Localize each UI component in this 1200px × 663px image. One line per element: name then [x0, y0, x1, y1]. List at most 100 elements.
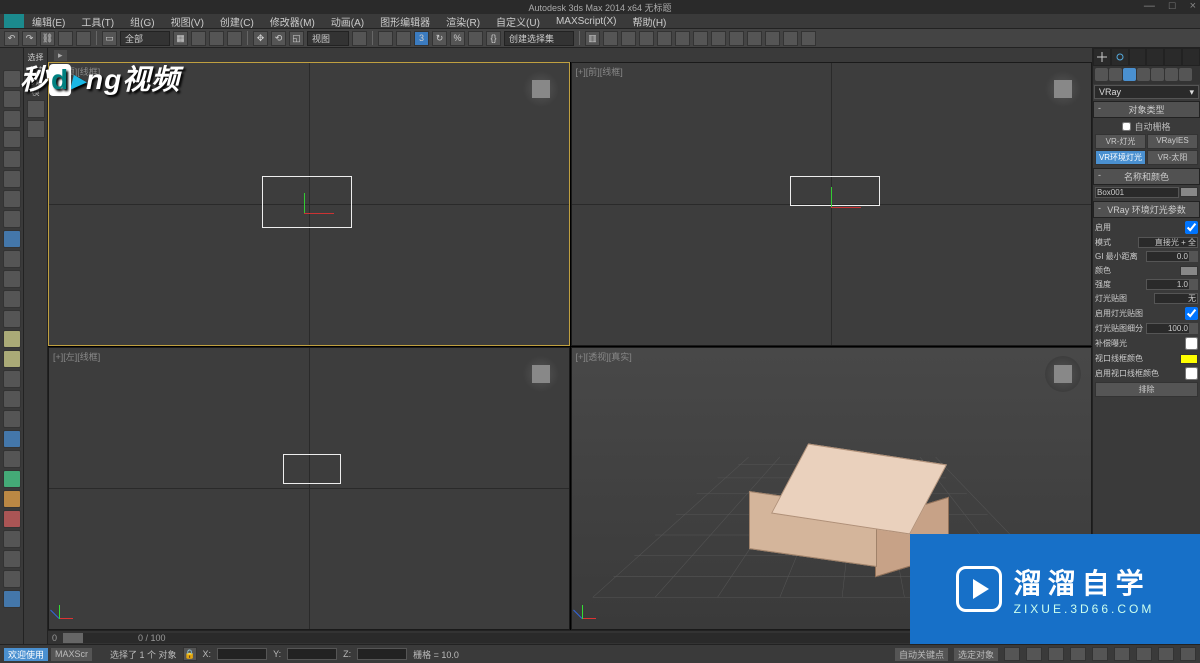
- tool-icon[interactable]: [783, 31, 798, 46]
- tool-icon[interactable]: [3, 150, 21, 168]
- exclude-button[interactable]: 排除: [1095, 382, 1198, 397]
- maximize-icon[interactable]: □: [1169, 0, 1176, 12]
- spinner-snap-icon[interactable]: [468, 31, 483, 46]
- select-object-icon[interactable]: ▦: [173, 31, 188, 46]
- viewport-front[interactable]: [+][前][线框]: [571, 62, 1093, 346]
- spinner-icon[interactable]: [1190, 323, 1198, 334]
- ref-coord-dropdown[interactable]: 视图: [307, 31, 349, 46]
- menu-animation[interactable]: 动画(A): [323, 14, 372, 29]
- menu-group[interactable]: 组(G): [122, 14, 162, 29]
- percent-snap-icon[interactable]: %: [450, 31, 465, 46]
- mirror-icon[interactable]: ▥: [585, 31, 600, 46]
- tool-icon[interactable]: [3, 310, 21, 328]
- lightmap-div-field[interactable]: 100.0: [1146, 323, 1190, 334]
- ribbon-icon[interactable]: [27, 120, 45, 138]
- lights-icon[interactable]: [1123, 68, 1136, 81]
- prev-frame-icon[interactable]: [1026, 647, 1042, 661]
- menu-graph[interactable]: 图形编辑器: [372, 14, 438, 29]
- enable-checkbox[interactable]: [1185, 221, 1198, 234]
- menu-modifiers[interactable]: 修改器(M): [262, 14, 323, 29]
- bind-icon[interactable]: [76, 31, 91, 46]
- menu-customize[interactable]: 自定义(U): [488, 14, 548, 29]
- undo-icon[interactable]: ↶: [4, 31, 19, 46]
- gi-min-field[interactable]: 0.0: [1146, 251, 1190, 262]
- close-icon[interactable]: ×: [1190, 0, 1196, 12]
- shapes-icon[interactable]: [1109, 68, 1122, 81]
- menu-edit[interactable]: 编辑(E): [24, 14, 73, 29]
- rollout-name-color[interactable]: 名称和颜色: [1093, 168, 1200, 185]
- tool-icon[interactable]: [3, 190, 21, 208]
- vr-light-button[interactable]: VR-灯光: [1095, 134, 1146, 149]
- ribbon-icon[interactable]: [27, 100, 45, 118]
- layers-icon[interactable]: [621, 31, 636, 46]
- next-frame-icon[interactable]: [1070, 647, 1086, 661]
- window-crossing-icon[interactable]: [227, 31, 242, 46]
- menu-render[interactable]: 渲染(R): [438, 14, 488, 29]
- tool-icon[interactable]: [3, 90, 21, 108]
- tool-icon[interactable]: [3, 370, 21, 388]
- viewport-label[interactable]: [+][透视][真实]: [576, 350, 632, 363]
- lightmap-field[interactable]: 无: [1154, 293, 1198, 304]
- intensity-field[interactable]: 1.0: [1146, 279, 1190, 290]
- autogrid-checkbox[interactable]: 自动栅格: [1095, 120, 1198, 133]
- selection-filter[interactable]: 全部: [120, 31, 170, 46]
- helpers-icon[interactable]: [1151, 68, 1164, 81]
- mode-dropdown[interactable]: 直接光 + 全: [1138, 237, 1198, 248]
- create-tab-icon[interactable]: [1093, 48, 1111, 66]
- tool-icon[interactable]: [3, 410, 21, 428]
- motion-tab-icon[interactable]: [1146, 48, 1164, 66]
- align-icon[interactable]: [603, 31, 618, 46]
- tool-icon[interactable]: [747, 31, 762, 46]
- display-tab-icon[interactable]: [1164, 48, 1182, 66]
- tool-icon[interactable]: [3, 70, 21, 88]
- redo-icon[interactable]: ↷: [22, 31, 37, 46]
- snap-toggle-icon[interactable]: 3: [414, 31, 429, 46]
- welcome-chip[interactable]: 欢迎使用: [4, 648, 48, 661]
- utilities-tab-icon[interactable]: [1182, 48, 1200, 66]
- edit-named-sel-icon[interactable]: {}: [486, 31, 501, 46]
- link-icon[interactable]: ⛓: [40, 31, 55, 46]
- renderer-dropdown[interactable]: VRay▾: [1094, 85, 1199, 99]
- tool-icon[interactable]: [3, 570, 21, 588]
- tool-icon[interactable]: [3, 230, 21, 248]
- y-coord-field[interactable]: [287, 648, 337, 660]
- move-icon[interactable]: ✥: [253, 31, 268, 46]
- spinner-icon[interactable]: [1190, 251, 1198, 262]
- nav-icon[interactable]: [1158, 647, 1174, 661]
- tool-icon[interactable]: [3, 270, 21, 288]
- tool-icon[interactable]: [3, 290, 21, 308]
- vr-sun-button[interactable]: VR-太阳: [1147, 150, 1198, 165]
- scale-icon[interactable]: ◱: [289, 31, 304, 46]
- menu-maxscript[interactable]: MAXScript(X): [548, 16, 625, 27]
- nav-icon[interactable]: [1136, 647, 1152, 661]
- geometry-icon[interactable]: [1095, 68, 1108, 81]
- minimize-icon[interactable]: —: [1144, 0, 1155, 12]
- lock-icon[interactable]: 🔒: [183, 647, 197, 661]
- tool-icon[interactable]: [3, 210, 21, 228]
- tool-icon[interactable]: [3, 450, 21, 468]
- autokey-button[interactable]: 自动关键点: [895, 648, 948, 661]
- curve-editor-icon[interactable]: [639, 31, 654, 46]
- pivot-icon[interactable]: [352, 31, 367, 46]
- menu-tools[interactable]: 工具(T): [73, 14, 122, 29]
- transform-gizmo[interactable]: [304, 198, 344, 228]
- keyboard-icon[interactable]: [396, 31, 411, 46]
- sun-icon[interactable]: [3, 350, 21, 368]
- nav-icon[interactable]: [1114, 647, 1130, 661]
- systems-icon[interactable]: [1179, 68, 1192, 81]
- tool-icon[interactable]: [3, 130, 21, 148]
- vray-ies-button[interactable]: VRayIES: [1147, 134, 1198, 149]
- named-selection-field[interactable]: 创建选择集: [504, 31, 574, 46]
- spacewarps-icon[interactable]: [1165, 68, 1178, 81]
- viewport-label[interactable]: [+][前][线框]: [576, 65, 623, 78]
- tool-icon[interactable]: [3, 550, 21, 568]
- viewport-top[interactable]: [+][顶][线框]: [48, 62, 570, 346]
- play-icon[interactable]: [1048, 647, 1064, 661]
- tool-icon[interactable]: [801, 31, 816, 46]
- viewport-left[interactable]: [+][左][线框]: [48, 347, 570, 631]
- select-name-icon[interactable]: [191, 31, 206, 46]
- tool-icon[interactable]: [3, 590, 21, 608]
- schematic-icon[interactable]: [657, 31, 672, 46]
- modify-tab-icon[interactable]: [1111, 48, 1129, 66]
- menu-help[interactable]: 帮助(H): [625, 14, 675, 29]
